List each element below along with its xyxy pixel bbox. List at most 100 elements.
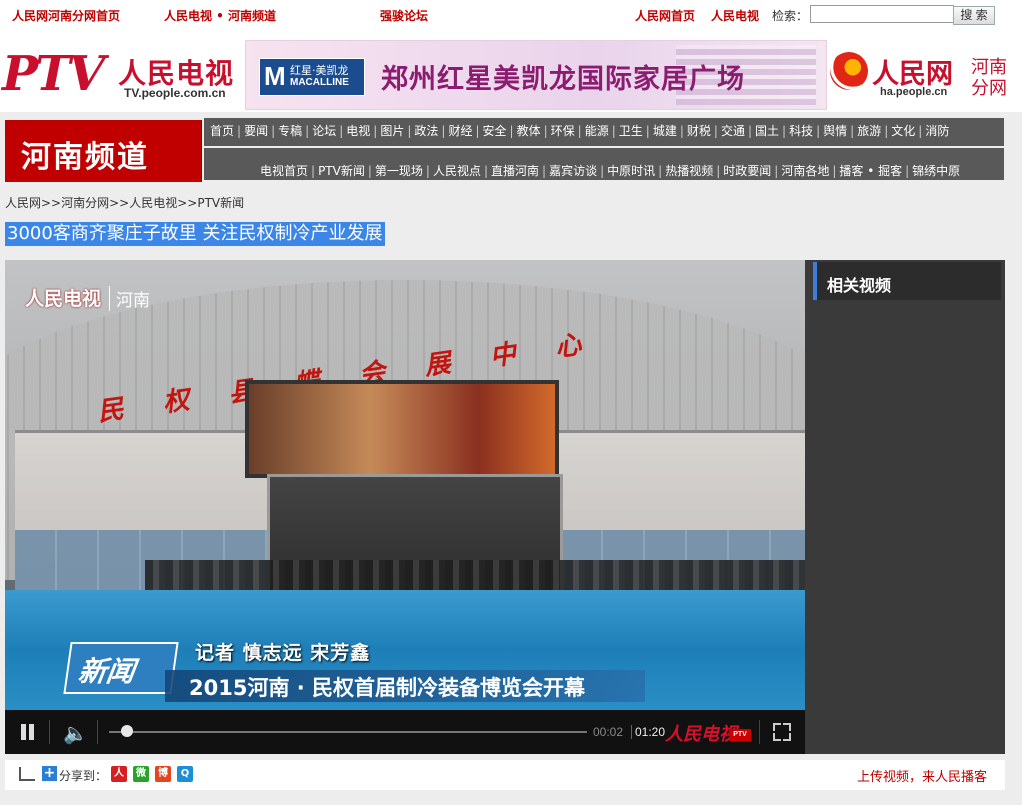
nav-item-primary-12[interactable]: 卫生 bbox=[619, 124, 643, 138]
video-caption: 2015河南 · 民权首届制冷装备博览会开幕 bbox=[189, 676, 586, 700]
nav-separator: | bbox=[850, 124, 855, 138]
nav-item-primary-5[interactable]: 图片 bbox=[380, 124, 404, 138]
player-logo: 人民电视 bbox=[665, 724, 737, 745]
nav-item-primary-4[interactable]: 电视 bbox=[346, 124, 370, 138]
share-button-1[interactable]: 微 bbox=[133, 766, 149, 782]
progress-bar[interactable] bbox=[109, 731, 587, 733]
nav-item-primary-17[interactable]: 科技 bbox=[789, 124, 813, 138]
nav-item-primary-8[interactable]: 安全 bbox=[483, 124, 507, 138]
link-people-tv[interactable]: 人民电视 bbox=[711, 7, 759, 24]
nav-separator: | bbox=[832, 164, 837, 178]
macalline-logo-en: MACALLINE bbox=[290, 77, 349, 88]
nav-item-secondary-0[interactable]: 电视首页 bbox=[260, 164, 308, 178]
nav-separator: | bbox=[483, 164, 489, 178]
nav-separator: | bbox=[884, 124, 889, 138]
nav-item-secondary-9[interactable]: 河南各地 bbox=[781, 164, 829, 178]
link-forum[interactable]: 强骏论坛 bbox=[380, 7, 428, 24]
nav-item-primary-9[interactable]: 教体 bbox=[517, 124, 541, 138]
nav-separator: | bbox=[237, 124, 242, 138]
nav-primary-items: 首页 | 要闻 | 专稿 | 论坛 | 电视 | 图片 | 政法 | 财经 | 安全 | 教体 | 环保 | 能源 | 卫生 | 城… bbox=[210, 122, 949, 139]
nav-separator: | bbox=[367, 164, 372, 178]
nav-separator: | bbox=[658, 164, 663, 178]
top-bar: 人民网河南分网首页 人民电视 • 河南频道 强骏论坛 人民网首页 人民电视 检索… bbox=[0, 0, 1022, 30]
nav-item-primary-3[interactable]: 论坛 bbox=[312, 124, 336, 138]
nav-separator: | bbox=[339, 124, 344, 138]
ad-headline: 郑州红星美凯龙国际家居广场 bbox=[381, 64, 745, 95]
upload-video-link[interactable]: 上传视频，来人民播客 bbox=[857, 766, 987, 785]
video-scene-led-screen bbox=[245, 380, 559, 478]
share-button-2[interactable]: 博 bbox=[155, 766, 171, 782]
nav-item-secondary-2[interactable]: 第一现场 bbox=[375, 164, 423, 178]
related-videos-header: 相关视频 bbox=[813, 262, 1001, 300]
breadcrumb[interactable]: 人民网>>河南分网>>人民电视>>PTV新闻 bbox=[5, 194, 244, 211]
nav-secondary: 电视首页 | PTV新闻 | 第一现场 | 人民视点 | 直播河南 | 嘉宾访谈 | 中原时讯 | 热播视频… bbox=[204, 148, 1004, 180]
nav-item-primary-1[interactable]: 要闻 bbox=[244, 124, 268, 138]
nav-separator: | bbox=[600, 164, 605, 178]
nav-item-secondary-4[interactable]: 直播河南 bbox=[491, 164, 539, 178]
nav-separator: | bbox=[475, 124, 480, 138]
volume-icon[interactable]: 🔈 bbox=[63, 721, 88, 745]
nav-separator: | bbox=[679, 124, 684, 138]
search-button[interactable]: 搜 索 bbox=[953, 6, 995, 25]
nav-item-primary-7[interactable]: 财经 bbox=[448, 124, 472, 138]
news-tag: 新闻 bbox=[63, 642, 179, 694]
progress-knob[interactable] bbox=[120, 725, 133, 737]
henan-channel-brand[interactable]: 河南频道 bbox=[5, 120, 202, 182]
nav-item-primary-19[interactable]: 旅游 bbox=[857, 124, 881, 138]
nav-item-primary-15[interactable]: 交通 bbox=[721, 124, 745, 138]
nav-item-secondary-1[interactable]: PTV新闻 bbox=[318, 164, 365, 178]
share-bar: + 分享到： 人微博Q 上传视频，来人民播客 bbox=[5, 760, 1005, 790]
fullscreen-icon[interactable] bbox=[773, 723, 791, 741]
nav-item-primary-2[interactable]: 专稿 bbox=[278, 124, 302, 138]
channel-nav: 河南频道 首页 | 要闻 | 专稿 | 论坛 | 电视 | 图片 | 政法 | 财经 | 安全 | 教体 | 环保 | 能源… bbox=[0, 118, 1022, 184]
nav-item-primary-20[interactable]: 文化 bbox=[891, 124, 915, 138]
nav-item-primary-10[interactable]: 环保 bbox=[551, 124, 575, 138]
video-player[interactable]: 民权县蝶会展中心 人民电视 河南 新闻 记者 慎志远 宋芳鑫 2015河南 · … bbox=[5, 260, 805, 754]
nav-item-secondary-3[interactable]: 人民视点 bbox=[433, 164, 481, 178]
ad-banner[interactable]: M 红星·美凯龙 MACALLINE 郑州红星美凯龙国际家居广场 bbox=[245, 40, 827, 110]
link-henan-home[interactable]: 人民网河南分网首页 bbox=[12, 7, 120, 24]
nav-item-secondary-8[interactable]: 时政要闻 bbox=[723, 164, 771, 178]
nav-item-secondary-6[interactable]: 中原时讯 bbox=[607, 164, 655, 178]
nav-item-secondary-7[interactable]: 热播视频 bbox=[665, 164, 713, 178]
henan-branch-label: 河南 分网 bbox=[966, 57, 1012, 99]
nav-item-primary-0[interactable]: 首页 bbox=[210, 124, 234, 138]
nav-item-secondary-5[interactable]: 嘉宾访谈 bbox=[549, 164, 597, 178]
time-current: 00:02 bbox=[593, 725, 624, 739]
nav-primary: 首页 | 要闻 | 专稿 | 论坛 | 电视 | 图片 | 政法 | 财经 | 安全 | 教体 | 环保 | 能源 | 卫生 | 城… bbox=[204, 118, 1004, 146]
nav-separator: | bbox=[425, 164, 430, 178]
share-button-3[interactable]: Q bbox=[177, 766, 193, 782]
link-ptv-henan[interactable]: 人民电视 • 河南频道 bbox=[164, 7, 276, 24]
nav-item-primary-11[interactable]: 能源 bbox=[585, 124, 609, 138]
pause-icon[interactable] bbox=[19, 724, 35, 740]
nav-item-primary-13[interactable]: 城建 bbox=[653, 124, 677, 138]
search-input[interactable] bbox=[810, 5, 954, 23]
link-people-home[interactable]: 人民网首页 bbox=[635, 7, 695, 24]
nav-separator: | bbox=[311, 164, 316, 178]
share-button-0[interactable]: 人 bbox=[111, 766, 127, 782]
ptv-logo[interactable]: PTV bbox=[2, 48, 105, 100]
nav-separator: | bbox=[611, 124, 616, 138]
nav-item-primary-16[interactable]: 国土 bbox=[755, 124, 779, 138]
henan-branch-label-line2: 分网 bbox=[971, 78, 1007, 99]
share-plus-icon[interactable]: + bbox=[42, 766, 57, 781]
video-frame[interactable]: 民权县蝶会展中心 人民电视 河南 新闻 记者 慎志远 宋芳鑫 2015河南 · … bbox=[5, 260, 805, 710]
search-label: 检索： bbox=[772, 9, 809, 23]
nav-separator: | bbox=[816, 124, 821, 138]
nav-item-primary-21[interactable]: 消防 bbox=[925, 124, 949, 138]
nav-separator: | bbox=[509, 124, 514, 138]
nav-item-primary-6[interactable]: 政法 bbox=[414, 124, 438, 138]
player-controls: 🔈 00:02 01:20 人民电视 PTV bbox=[5, 710, 805, 754]
nav-separator: | bbox=[782, 124, 787, 138]
nav-item-secondary-11[interactable]: 锦绣中原 bbox=[912, 164, 960, 178]
nav-item-primary-14[interactable]: 财税 bbox=[687, 124, 711, 138]
nav-item-primary-18[interactable]: 舆情 bbox=[823, 124, 847, 138]
player-logo-badge: PTV bbox=[729, 729, 751, 741]
people-url: ha.people.cn bbox=[880, 86, 948, 98]
nav-item-secondary-10[interactable]: 播客 • 掘客 bbox=[839, 164, 902, 178]
nav-separator: | bbox=[305, 124, 310, 138]
nav-separator: | bbox=[543, 124, 548, 138]
share-arrow-icon[interactable] bbox=[19, 767, 35, 781]
news-tag-text: 新闻 bbox=[76, 655, 137, 688]
nav-separator: | bbox=[441, 124, 446, 138]
